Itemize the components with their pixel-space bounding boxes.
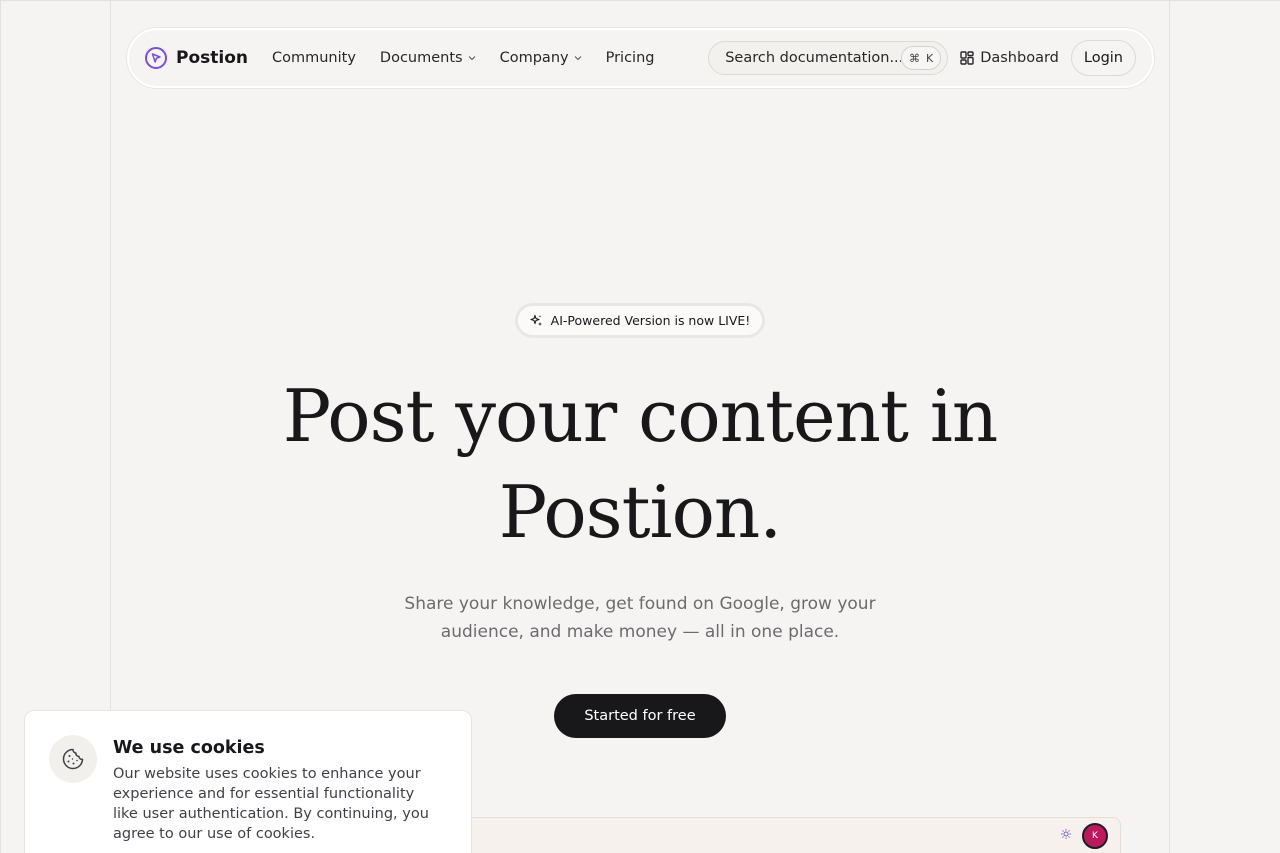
hero-subtitle: Share your knowledge, get found on Googl…	[404, 594, 876, 642]
top-navbar: Postion Community Documents Company Pric…	[127, 28, 1154, 88]
nav-dropdown-company[interactable]: Company	[500, 50, 582, 66]
shortcut-key: K	[925, 51, 934, 65]
hero-title-line-1: Post your content in	[282, 374, 999, 458]
nav-link-community[interactable]: Community	[272, 50, 356, 66]
login-label: Login	[1083, 50, 1123, 66]
search-documentation-button[interactable]: Search documentation... ⌘ K	[708, 41, 949, 75]
cookie-icon-container	[49, 735, 97, 783]
sparkles-icon	[530, 314, 542, 326]
content-guide-right	[1169, 0, 1170, 853]
nav-link-label: Community	[272, 50, 356, 66]
dashboard-link[interactable]: Dashboard	[960, 50, 1059, 66]
announcement-badge-inner: AI-Powered Version is now LIVE!	[518, 306, 762, 335]
hero-title-line-2: Postion.	[498, 470, 782, 554]
avatar[interactable]: K	[1082, 823, 1108, 849]
announcement-badge[interactable]: AI-Powered Version is now LIVE!	[515, 303, 765, 338]
command-key-icon: ⌘	[908, 51, 920, 65]
brand-home-link[interactable]: Postion	[145, 47, 248, 69]
hero-title: Post your content in Postion.	[240, 368, 1040, 560]
login-button[interactable]: Login	[1070, 40, 1136, 76]
nav-link-pricing[interactable]: Pricing	[606, 50, 655, 66]
avatar-initial: K	[1092, 831, 1098, 841]
brand-name: Postion	[176, 48, 248, 68]
app-preview-window: K	[430, 817, 1121, 853]
chevron-down-icon	[574, 56, 581, 61]
chevron-down-icon	[468, 56, 475, 61]
page-border-left	[0, 0, 1, 853]
brand-logo-icon	[145, 47, 167, 69]
cookie-content: We use cookies Our website uses cookies …	[113, 735, 443, 853]
cookie-title: We use cookies	[113, 738, 265, 758]
sun-icon[interactable]	[1060, 828, 1072, 840]
get-started-label: Started for free	[584, 708, 696, 724]
announcement-text: AI-Powered Version is now LIVE!	[550, 313, 751, 328]
cookie-consent-banner: We use cookies Our website uses cookies …	[24, 710, 472, 853]
nav-dropdown-documents[interactable]: Documents	[380, 50, 476, 66]
page-border-top	[0, 0, 1280, 1]
nav-link-label: Company	[499, 50, 569, 66]
cookie-description: Our website uses cookies to enhance your…	[113, 766, 429, 842]
nav-link-label: Documents	[379, 50, 463, 66]
cookie-icon	[62, 748, 84, 770]
dashboard-label: Dashboard	[980, 50, 1059, 66]
nav-link-label: Pricing	[605, 50, 655, 66]
primary-nav: Community Documents Company Pricing	[272, 50, 654, 66]
dashboard-grid-icon	[960, 51, 974, 65]
nav-actions: Search documentation... ⌘ K Dashboard Lo…	[708, 40, 1136, 76]
get-started-button[interactable]: Started for free	[554, 694, 726, 738]
search-label: Search documentation...	[725, 50, 901, 66]
keyboard-shortcut-hint: ⌘ K	[900, 46, 942, 70]
